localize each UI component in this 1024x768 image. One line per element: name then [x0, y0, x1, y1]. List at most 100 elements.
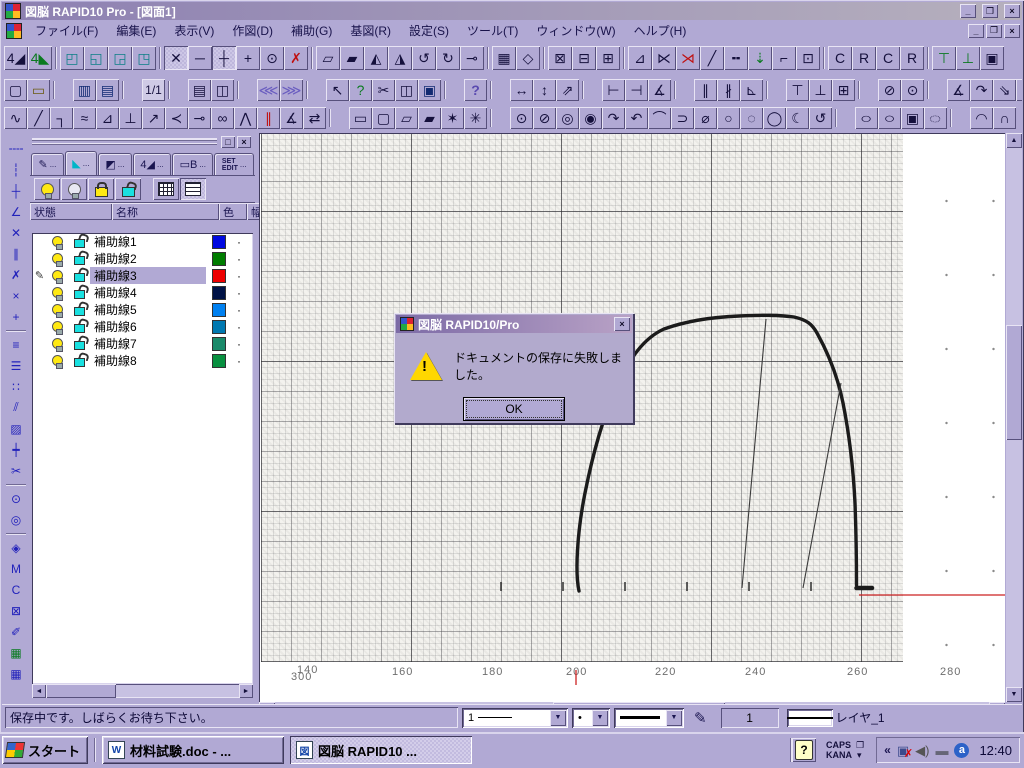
- layer-stack-1-icon[interactable]: ◰: [60, 46, 84, 70]
- sep[interactable]: [832, 107, 855, 129]
- sep[interactable]: [50, 79, 73, 101]
- dim-offset-icon[interactable]: ⊣: [625, 79, 648, 101]
- layer-name[interactable]: 補助線7: [90, 335, 206, 352]
- dim-note-icon[interactable]: ⇘: [993, 79, 1016, 101]
- aux-cross-icon[interactable]: ┼: [4, 180, 28, 201]
- hatch-diag-icon[interactable]: ⫽: [4, 397, 28, 418]
- stretch-icon[interactable]: ⊸: [460, 46, 484, 70]
- sep[interactable]: [441, 79, 464, 101]
- layer-color-cell[interactable]: [206, 234, 232, 249]
- save-page-icon[interactable]: ▤: [96, 79, 119, 101]
- scroll-up-icon[interactable]: ▲: [1006, 133, 1022, 148]
- palette-close-button[interactable]: ×: [237, 135, 251, 148]
- arc-3point-icon[interactable]: ↶: [625, 107, 648, 129]
- grid-dots-icon[interactable]: ∷: [4, 376, 28, 397]
- copy-icon[interactable]: ◫: [395, 79, 418, 101]
- drawing-canvas[interactable]: 140 300 160 180 200 220 240 260 280 図脳 R…: [259, 133, 1005, 702]
- angle-mark-icon[interactable]: ∡: [280, 107, 303, 129]
- mirror-right-icon[interactable]: ◮: [388, 46, 412, 70]
- trim-corner-icon[interactable]: ⊿: [628, 46, 652, 70]
- dim-ordinate-icon[interactable]: ⊤: [786, 79, 809, 101]
- circle-tangent-icon[interactable]: ⊃: [671, 107, 694, 129]
- swap-line-icon[interactable]: ⇄: [303, 107, 326, 129]
- aux-cross2-icon[interactable]: ✗: [4, 264, 28, 285]
- circle-center-icon[interactable]: ⊙: [510, 107, 533, 129]
- line-width-dropdown-icon[interactable]: ▼: [550, 709, 566, 726]
- erase-all-icon[interactable]: ⊞: [596, 46, 620, 70]
- rotate-ccw-icon[interactable]: ↺: [412, 46, 436, 70]
- spline-icon[interactable]: ≈: [73, 107, 96, 129]
- circle-large-icon[interactable]: ◯: [763, 107, 786, 129]
- palette-maximize-button[interactable]: □: [221, 135, 235, 148]
- ime-state[interactable]: CAPS ❐ KANA ▾: [826, 740, 864, 760]
- palette-scrollbar[interactable]: ◄ ►: [32, 684, 253, 698]
- dim-baseline-icon[interactable]: ⊾: [740, 79, 763, 101]
- palette-grip[interactable]: □ ×: [30, 135, 255, 148]
- sep[interactable]: [4, 481, 28, 488]
- tab-layers[interactable]: ◣...: [64, 151, 97, 175]
- snap-intersection-icon[interactable]: ┼: [212, 46, 236, 70]
- context-help-icon[interactable]: ?: [464, 79, 487, 101]
- sep[interactable]: [4, 327, 28, 334]
- corner-edit-icon[interactable]: ⌐: [772, 46, 796, 70]
- ime-button[interactable]: ?: [792, 738, 816, 762]
- tab-block[interactable]: ▭B...: [172, 153, 214, 175]
- line-style-dropdown-icon[interactable]: ▼: [666, 709, 682, 726]
- array-grid-icon[interactable]: ▦: [492, 46, 516, 70]
- network-offline-icon[interactable]: ▣ ✗: [897, 744, 913, 760]
- layer-row-1[interactable]: 補助線1 ·: [32, 233, 253, 250]
- menu-draw[interactable]: 作図(D): [223, 20, 282, 41]
- arrow-line-icon[interactable]: ↗: [142, 107, 165, 129]
- layer-color-cell[interactable]: [206, 336, 232, 351]
- palette-scroll-left-icon[interactable]: ◄: [32, 684, 46, 698]
- arc-wave-icon[interactable]: ∩: [993, 107, 1016, 129]
- concentric-circle-icon[interactable]: ◉: [579, 107, 602, 129]
- aux-x-icon[interactable]: ×: [4, 285, 28, 306]
- palette-scroll-thumb[interactable]: [46, 684, 116, 698]
- line-style-combo[interactable]: ▼: [614, 707, 684, 728]
- layer-name[interactable]: 補助線3: [90, 267, 206, 284]
- sep[interactable]: [947, 107, 970, 129]
- dim-diameter-icon[interactable]: ⊘: [878, 79, 901, 101]
- tab-pen[interactable]: ✎...: [31, 153, 64, 175]
- layer-stack-2-icon[interactable]: ◱: [84, 46, 108, 70]
- mdi-minimize-button[interactable]: _: [968, 23, 984, 38]
- copy-attr-c-icon[interactable]: C: [828, 46, 852, 70]
- dim-parallel-icon[interactable]: ∥: [694, 79, 717, 101]
- layer-name[interactable]: 補助線5: [90, 301, 206, 318]
- circle-open-icon[interactable]: ○: [717, 107, 740, 129]
- double-peak-icon[interactable]: ⋀: [234, 107, 257, 129]
- line-break-icon[interactable]: ╍: [724, 46, 748, 70]
- layer-visible-on-button[interactable]: [34, 178, 60, 200]
- task-zuno-rapid[interactable]: 図 図脳 RAPID10 ...: [290, 736, 473, 764]
- ellipse-dashed-icon[interactable]: ◌: [924, 107, 947, 129]
- layer-row-2[interactable]: 補助線2 ·: [32, 250, 253, 267]
- snap-endpoint-icon[interactable]: ─: [188, 46, 212, 70]
- layer-view-all-icon[interactable]: 4◣: [28, 46, 52, 70]
- display-icon[interactable]: ▬: [935, 744, 948, 757]
- dim-tolerance-icon[interactable]: #: [1016, 79, 1022, 101]
- line-icon[interactable]: ╱: [27, 107, 50, 129]
- layer-color-cell[interactable]: [206, 268, 232, 283]
- sep[interactable]: [671, 79, 694, 101]
- layer-color-cell[interactable]: [206, 251, 232, 266]
- tray-collapse-icon[interactable]: «: [884, 743, 891, 757]
- circle-gap-icon[interactable]: ☾: [786, 107, 809, 129]
- mouse-icon[interactable]: ✐: [4, 621, 28, 642]
- arc-tangent-icon[interactable]: ⌒: [648, 107, 671, 129]
- grid-rows-icon[interactable]: ≡: [4, 334, 28, 355]
- layer-unlocked-icon[interactable]: [68, 252, 90, 265]
- menu-help[interactable]: ヘルプ(H): [625, 20, 696, 41]
- layer-row-3[interactable]: ✎ 補助線3 ·: [32, 267, 253, 284]
- dim-vertical-icon[interactable]: ↕: [533, 79, 556, 101]
- circle-cut-icon[interactable]: ⌀: [694, 107, 717, 129]
- layer-unlocked-icon[interactable]: [68, 337, 90, 350]
- tangent-line-icon[interactable]: ⊸: [188, 107, 211, 129]
- ellipse-icon[interactable]: ○: [855, 107, 878, 129]
- layer-unlocked-icon[interactable]: [68, 354, 90, 367]
- layer-row-7[interactable]: 補助線7 ·: [32, 335, 253, 352]
- perpendicular-line-icon[interactable]: ⊥: [119, 107, 142, 129]
- snap-point-icon[interactable]: +: [236, 46, 260, 70]
- layer-name[interactable]: 補助線8: [90, 352, 206, 369]
- open-document-icon[interactable]: ▭: [27, 79, 50, 101]
